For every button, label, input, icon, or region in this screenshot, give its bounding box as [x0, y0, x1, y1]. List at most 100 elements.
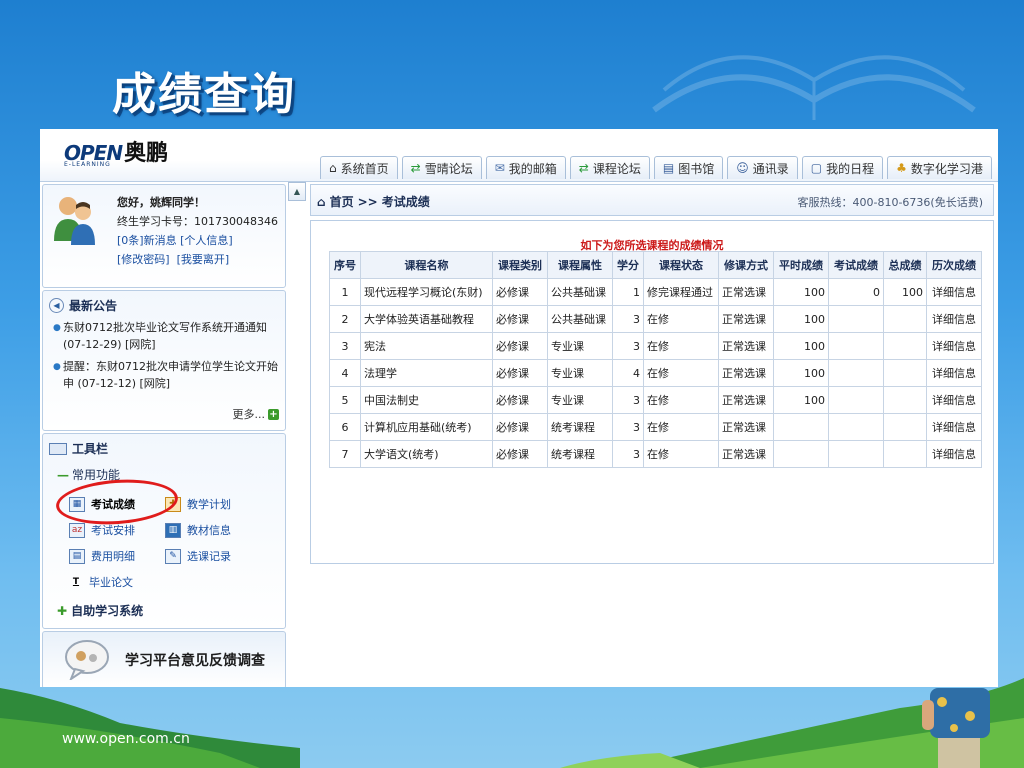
nav-tab-mail[interactable]: ✉ 我的邮箱: [485, 156, 566, 179]
cell-category: 必修课: [492, 386, 548, 414]
cell-regular-score: 100: [773, 332, 829, 360]
book-watermark-icon: [652, 55, 976, 120]
mail-icon: ✉: [494, 161, 505, 175]
digital-icon: ♣: [896, 161, 907, 175]
cell-category: 必修课: [492, 305, 548, 333]
survey-panel[interactable]: 学习平台意见反馈调查: [42, 631, 286, 687]
details-link[interactable]: 详细信息: [926, 278, 982, 306]
tool-label: 教材信息: [187, 524, 231, 537]
nav-tab-schedule[interactable]: ▢ 我的日程: [801, 156, 884, 179]
details-link[interactable]: 详细信息: [926, 413, 982, 441]
tool-label: 选课记录: [187, 550, 231, 563]
cell-course-name: 现代远程学习概论(东财): [360, 278, 493, 306]
cell-course-name: 大学语文(统考): [360, 440, 493, 468]
nav-tab-course-forum[interactable]: ⇄ 课程论坛: [569, 156, 650, 179]
nav-tab-label: 数字化学习港: [910, 161, 983, 176]
details-link[interactable]: 详细信息: [926, 386, 982, 414]
expand-icon: ✚: [57, 603, 68, 618]
main-content: ⌂ 首页 >> 考试成绩 客服热线：400-810-6736(免长话费) 如下为…: [308, 182, 998, 687]
more-label: 更多...: [232, 408, 266, 421]
more-notices-link[interactable]: 更多... +: [232, 406, 279, 422]
nav-tab-label: 课程论坛: [592, 161, 641, 176]
nav-tab-xueqing-forum[interactable]: ⇄ 雪晴论坛: [401, 156, 482, 179]
forum-icon: ⇄: [578, 161, 589, 175]
nav-tab-label: 系统首页: [340, 161, 389, 176]
table-row: 1 现代远程学习概论(东财) 必修课 公共基础课 1 修完课程通过 正常选课 1…: [329, 278, 982, 306]
notice-panel: ◀ 最新公告 ● 东财0712批次毕业论文写作系统开通通知 (07-12-29) …: [42, 290, 286, 431]
cell-attribute: 统考课程: [547, 440, 613, 468]
grades-panel: 如下为您所选课程的成绩情况 序号 课程名称 课程类别 课程属性 学分 课程状态 …: [310, 220, 994, 564]
nav-tab-home[interactable]: ⌂ 系统首页: [320, 156, 398, 179]
nav-tab-library[interactable]: ▤ 图书馆: [653, 156, 724, 179]
cell-exam-score: [828, 305, 884, 333]
user-greeting: 您好，姚辉同学！: [117, 196, 205, 209]
profile-link[interactable]: [个人信息]: [180, 234, 233, 247]
cell-status: 在修: [643, 305, 719, 333]
cell-attribute: 统考课程: [547, 413, 613, 441]
toolbar-header: 工具栏: [49, 440, 108, 457]
calendar-icon: ▢: [810, 161, 823, 175]
col-header: 课程属性: [547, 251, 613, 279]
keyboard-icon: [49, 442, 67, 455]
details-link[interactable]: 详细信息: [926, 440, 982, 468]
app-window: OPEN奥鹏 E-LEARNING ⌂ 系统首页 ⇄ 雪晴论坛 ✉ 我的邮箱 ⇄ 课程论…: [40, 129, 998, 687]
breadcrumb-separator: >>: [357, 194, 378, 209]
notice-list: ● 东财0712批次毕业论文写作系统开通通知 (07-12-29) [网院] ● 提…: [53, 319, 281, 397]
table-row: 4 法理学 必修课 专业课 4 在修 正常选课 100 详细信息: [329, 359, 982, 387]
tool-exam-schedule[interactable]: az 考试安排: [69, 522, 135, 538]
notice-item[interactable]: ● 东财0712批次毕业论文写作系统开通通知 (07-12-29) [网院]: [53, 319, 281, 353]
footer-url: www.open.com.cn: [62, 731, 190, 747]
tool-textbook-info[interactable]: ▥ 教材信息: [165, 522, 231, 538]
col-header: 总成绩: [883, 251, 927, 279]
nav-tab-label: 通讯录: [752, 161, 789, 176]
logo-sub: E-LEARNING: [64, 161, 111, 168]
bullet-icon: ●: [53, 362, 61, 372]
cell-method: 正常选课: [718, 440, 774, 468]
cell-total-score: 100: [883, 278, 927, 306]
col-header: 课程名称: [360, 251, 493, 279]
home-icon: ⌂: [317, 194, 326, 209]
table-row: 3 宪法 必修课 专业课 3 在修 正常选课 100 详细信息: [329, 332, 982, 360]
cell-category: 必修课: [492, 359, 548, 387]
tool-course-records[interactable]: ✎ 选课记录: [165, 548, 231, 564]
cell-total-score: [883, 359, 927, 387]
nav-tab-label: 雪晴论坛: [424, 161, 473, 176]
cell-attribute: 专业课: [547, 386, 613, 414]
notice-item[interactable]: ● 提醒：东财0712批次申请学位学生论文开始申 (07-12-12) [网院]: [53, 358, 281, 392]
bullet-icon: ●: [53, 323, 61, 333]
cell-status: 在修: [643, 440, 719, 468]
cell-credits: 3: [612, 332, 644, 360]
cell-category: 必修课: [492, 413, 548, 441]
nav-tab-contacts[interactable]: ☺ 通讯录: [727, 156, 798, 179]
book-icon: ▤: [662, 161, 675, 175]
change-password-link[interactable]: [修改密码]: [117, 253, 170, 266]
details-link[interactable]: 详细信息: [926, 305, 982, 333]
details-link[interactable]: 详细信息: [926, 332, 982, 360]
tool-fee-details[interactable]: ▤ 费用明细: [69, 548, 135, 564]
contacts-icon: ☺: [736, 161, 749, 175]
cell-index: 3: [329, 332, 361, 360]
new-messages-link[interactable]: [0条]新消息: [117, 234, 177, 247]
toolbar-title: 工具栏: [72, 442, 109, 456]
collapse-sidebar-button[interactable]: ▲: [288, 182, 306, 201]
user-panel: 您好，姚辉同学！ 终生学习卡号：101730048346 [0条]新消息 [个人…: [42, 184, 286, 288]
self-study-toggle[interactable]: ✚ 自助学习系统: [57, 602, 143, 619]
cell-credits: 3: [612, 413, 644, 441]
avatar: [54, 197, 95, 245]
course-record-icon: ✎: [165, 548, 181, 564]
tool-thesis[interactable]: T 毕业论文: [69, 574, 133, 590]
tool-label: 考试安排: [91, 524, 135, 537]
cell-regular-score: 100: [773, 386, 829, 414]
cell-exam-score: 0: [828, 278, 884, 306]
details-link[interactable]: 详细信息: [926, 359, 982, 387]
cell-exam-score: [828, 440, 884, 468]
cell-status: 在修: [643, 386, 719, 414]
cell-attribute: 专业课: [547, 332, 613, 360]
cell-index: 6: [329, 413, 361, 441]
logout-link[interactable]: [我要离开]: [177, 253, 230, 266]
cell-attribute: 公共基础课: [547, 305, 613, 333]
col-header: 课程状态: [643, 251, 719, 279]
nav-tab-digital-port[interactable]: ♣ 数字化学习港: [887, 156, 992, 179]
breadcrumb-home[interactable]: 首页: [330, 193, 354, 210]
brand-logo: OPEN奥鹏 E-LEARNING: [64, 135, 168, 168]
